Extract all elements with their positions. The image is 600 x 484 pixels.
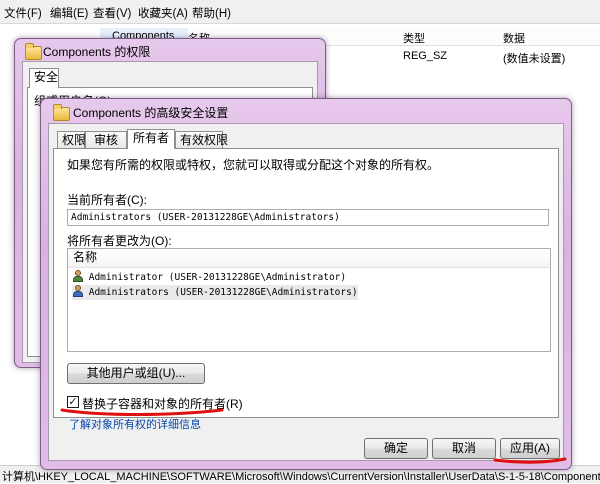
owner-list[interactable]: 名称 Administrator (USER-20131228GE\Admini… [67,248,551,352]
tab-auditing[interactable]: 审核 [85,131,127,149]
owner-list-header[interactable]: 名称 [68,249,550,268]
current-owner-label: 当前所有者(C): [67,193,147,207]
menu-file[interactable]: 文件(F) [4,5,42,21]
permissions-dialog-title: Components 的权限 [43,45,151,59]
cancel-button[interactable]: 取消 [432,438,496,459]
column-type[interactable]: 类型 [403,30,425,46]
owner-name: Administrator (USER-20131228GE\Administr… [88,272,347,283]
advanced-dialog-title: Components 的高级安全设置 [73,106,229,120]
tab-owner[interactable]: 所有者 [127,129,175,149]
owner-tab-page: 如果您有所需的权限或特权，您就可以取得或分配这个对象的所有权。 当前所有者(C)… [53,148,559,418]
menu-edit[interactable]: 编辑(E) [50,5,88,21]
folder-icon [25,43,42,60]
users-group-icon [72,285,83,297]
replace-owner-label[interactable]: 替换子容器和对象的所有者(R) [82,395,243,412]
value-type: REG_SZ [403,50,448,62]
current-owner-field[interactable]: Administrators (USER-20131228GE\Administ… [67,209,549,226]
list-item-administrators[interactable]: Administrators (USER-20131228GE\Administ… [72,285,358,300]
tab-permissions[interactable]: 权限 [57,131,86,149]
folder-icon [53,104,70,121]
replace-owner-checkbox[interactable]: ✓ [67,396,79,408]
menu-favorites[interactable]: 收藏夹(A) [138,5,188,21]
change-owner-label: 将所有者更改为(O): [67,234,172,248]
menu-bar: 文件(F) 编辑(E) 查看(V) 收藏夹(A) 帮助(H) [0,0,600,24]
help-link[interactable]: 了解对象所有权的详细信息 [69,416,201,432]
advanced-dialog-client: 权限 审核 所有者 有效权限 如果您有所需的权限或特权，您就可以取得或分配这个对… [48,123,564,461]
menu-help[interactable]: 帮助(H) [192,5,231,21]
owner-description: 如果您有所需的权限或特权，您就可以取得或分配这个对象的所有权。 [67,158,440,172]
value-data: (数值未设置) [503,53,566,65]
column-data[interactable]: 数据 [503,30,525,46]
list-item-administrator[interactable]: Administrator (USER-20131228GE\Administr… [72,270,346,285]
other-users-button[interactable]: 其他用户或组(U)... [67,363,205,384]
owner-name: Administrators (USER-20131228GE\Administ… [88,287,358,298]
menu-view[interactable]: 查看(V) [93,5,131,21]
tab-security[interactable]: 安全 [29,68,59,88]
advanced-security-dialog: Components 的高级安全设置 权限 审核 所有者 有效权限 如果您有所需… [40,98,572,470]
tab-effective-permissions[interactable]: 有效权限 [175,131,228,149]
user-icon [72,270,83,282]
status-path: 计算机\HKEY_LOCAL_MACHINE\SOFTWARE\Microsof… [2,471,600,483]
apply-button[interactable]: 应用(A) [500,438,560,459]
ok-button[interactable]: 确定 [364,438,428,459]
